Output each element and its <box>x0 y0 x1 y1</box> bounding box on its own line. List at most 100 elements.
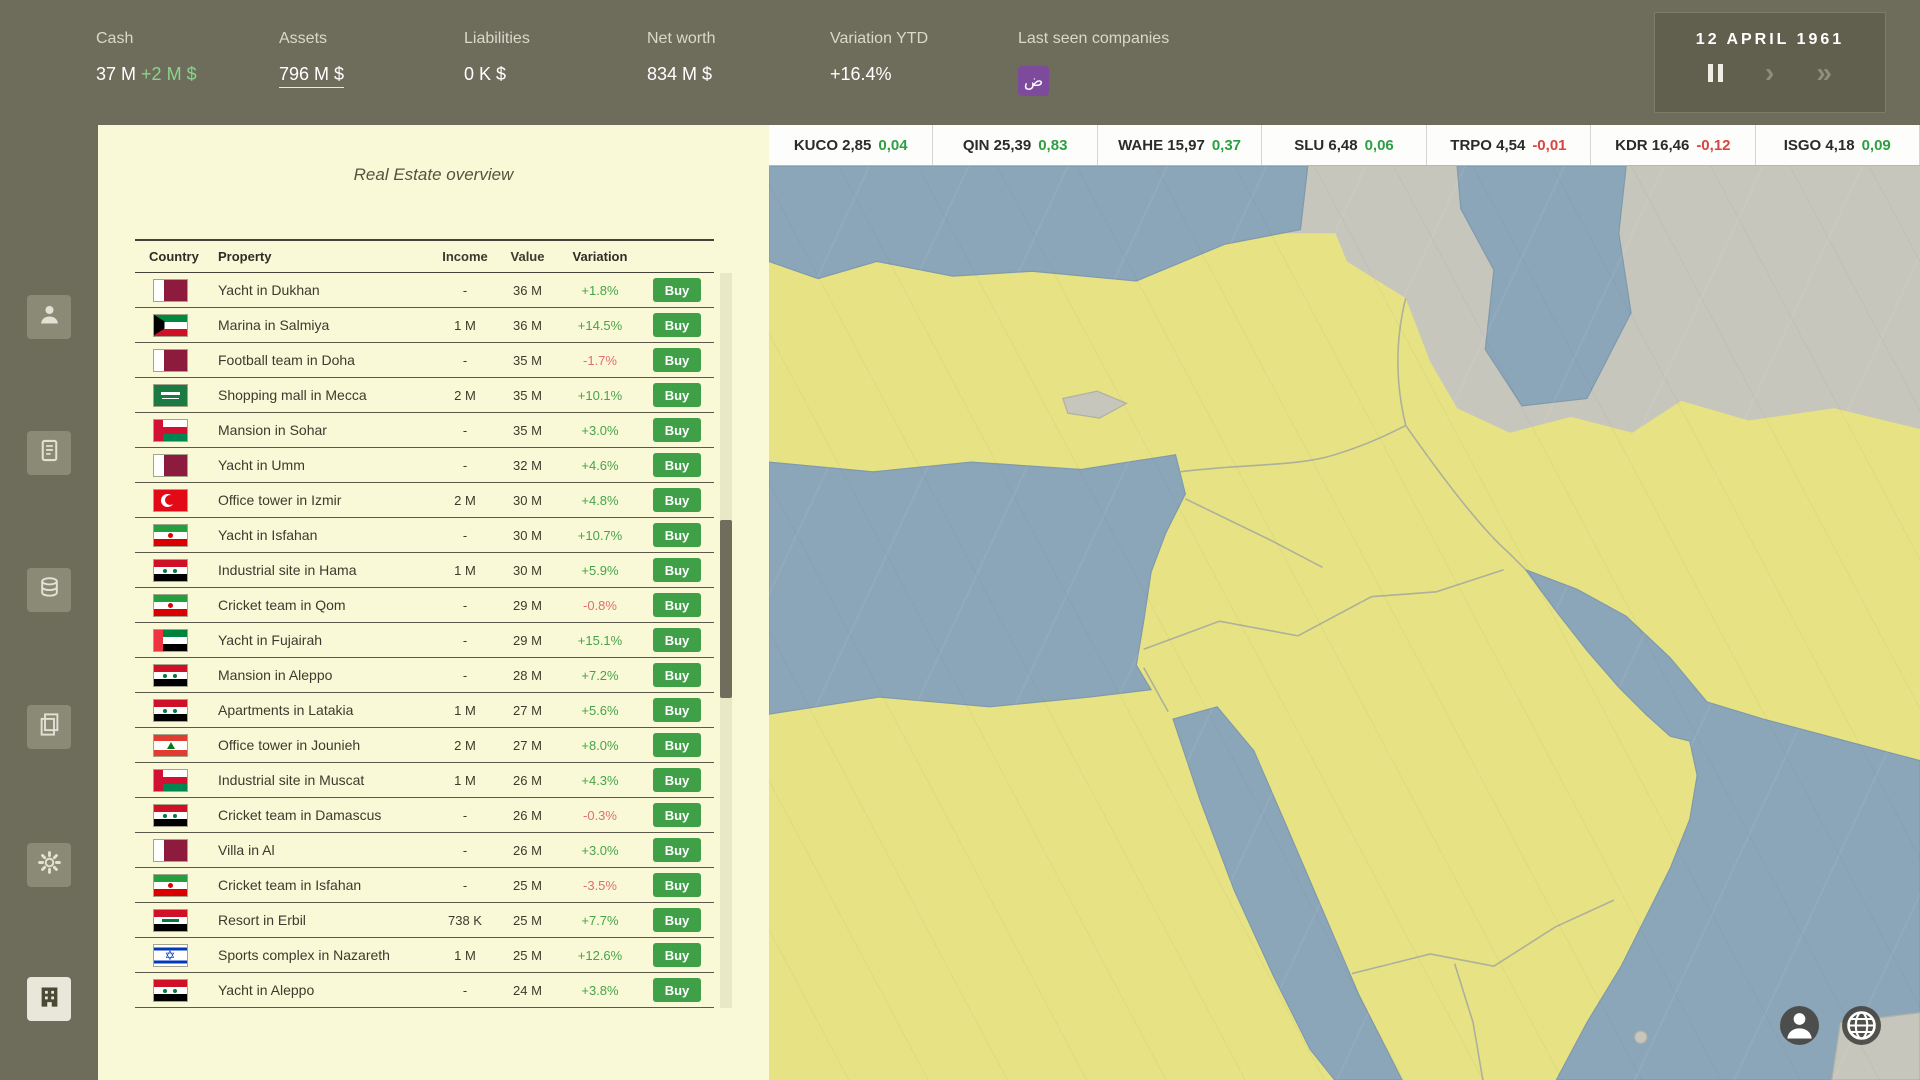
buy-button[interactable]: Buy <box>653 418 701 442</box>
buy-button[interactable]: Buy <box>653 698 701 722</box>
country-flag <box>153 734 187 756</box>
ticker-item[interactable]: QIN 25,39 0,83 <box>933 125 1098 165</box>
country-flag <box>153 909 187 931</box>
income-cell: - <box>462 807 468 823</box>
value-cell: 29 M <box>513 597 542 613</box>
last-seen-company-button[interactable]: ض <box>1018 66 1049 96</box>
ticker-item[interactable]: ISGO 4,18 0,09 <box>1756 125 1920 165</box>
income-cell: - <box>462 877 468 893</box>
newspaper-icon <box>36 711 63 743</box>
fast-forward-button[interactable]: » <box>1816 59 1832 87</box>
country-flag <box>153 279 187 301</box>
buy-button[interactable]: Buy <box>653 978 701 1002</box>
value-cell: 35 M <box>513 352 542 368</box>
world-map[interactable] <box>769 166 1920 1080</box>
top-bar: Cash 37 M +2 M $ Assets 796 M $ Liabilit… <box>0 0 1920 125</box>
variation-cell: +10.1% <box>577 387 623 403</box>
ticker-change: 0,04 <box>878 136 908 154</box>
assets-value[interactable]: 796 M $ <box>279 64 345 88</box>
country-flag <box>153 349 187 371</box>
table-row: Sports complex in Nazareth 1 M 25 M +12.… <box>135 938 714 973</box>
sidebar-item-news[interactable] <box>27 705 71 749</box>
globe-view-button[interactable] <box>1842 1006 1881 1045</box>
ticker-change: -0,01 <box>1532 136 1567 154</box>
ticker-item[interactable]: SLU 6,48 0,06 <box>1262 125 1427 165</box>
table-scrollbar[interactable] <box>720 273 732 1008</box>
country-flag <box>153 559 187 581</box>
buy-button[interactable]: Buy <box>653 558 701 582</box>
table-row: Football team in Doha - 35 M -1.7% Buy <box>135 343 714 378</box>
table-row: Cricket team in Damascus - 26 M -0.3% Bu… <box>135 798 714 833</box>
sidebar-item-settings[interactable] <box>27 843 71 887</box>
sidebar-item-profile[interactable] <box>27 295 71 339</box>
scrollbar-thumb[interactable] <box>720 520 732 698</box>
buy-button[interactable]: Buy <box>653 768 701 792</box>
ticker-item[interactable]: KUCO 2,85 0,04 <box>769 125 934 165</box>
table-row: Mansion in Aleppo - 28 M +7.2% Buy <box>135 658 714 693</box>
value-cell: 24 M <box>513 982 542 998</box>
variation-cell: -0.8% <box>583 597 617 613</box>
value-cell: 30 M <box>513 492 542 508</box>
liabilities-label: Liabilities <box>464 30 530 47</box>
variation-cell: +10.7% <box>577 527 623 543</box>
buy-button[interactable]: Buy <box>653 663 701 687</box>
property-name: Football team in Doha <box>218 352 355 368</box>
buy-button[interactable]: Buy <box>653 523 701 547</box>
value-cell: 35 M <box>513 387 542 403</box>
game-root: Cash 37 M +2 M $ Assets 796 M $ Liabilit… <box>0 0 1920 1080</box>
income-cell: - <box>462 527 468 543</box>
value-cell: 30 M <box>513 527 542 543</box>
buy-button[interactable]: Buy <box>653 838 701 862</box>
sidebar-item-finance[interactable] <box>27 568 71 612</box>
buy-button[interactable]: Buy <box>653 348 701 372</box>
income-cell: - <box>462 667 468 683</box>
buy-button[interactable]: Buy <box>653 383 701 407</box>
country-flag <box>153 944 187 966</box>
sidebar-item-real-estate[interactable] <box>27 977 71 1021</box>
ticker-bar: KUCO 2,85 0,04 QIN 25,39 0,83 WAHE 15,97… <box>769 125 1920 166</box>
variation-cell: +4.8% <box>581 492 619 508</box>
ticker-item[interactable]: TRPO 4,54 -0,01 <box>1427 125 1592 165</box>
property-name: Resort in Erbil <box>218 912 306 928</box>
ticker-item[interactable]: WAHE 15,97 0,37 <box>1098 125 1263 165</box>
population-view-button[interactable] <box>1780 1006 1819 1045</box>
buy-button[interactable]: Buy <box>653 628 701 652</box>
property-name: Apartments in Latakia <box>218 702 354 718</box>
buy-button[interactable]: Buy <box>653 313 701 337</box>
income-cell: 1 M <box>454 702 476 718</box>
ticker-change: 0,37 <box>1211 136 1242 154</box>
buy-button[interactable]: Buy <box>653 453 701 477</box>
income-cell: - <box>462 982 468 998</box>
ticker-item[interactable]: KDR 16,46 -0,12 <box>1591 125 1756 165</box>
country-flag <box>153 979 187 1001</box>
property-name: Mansion in Sohar <box>218 422 327 438</box>
country-flag <box>153 874 187 896</box>
buy-button[interactable]: Buy <box>653 873 701 897</box>
buy-button[interactable]: Buy <box>653 278 701 302</box>
play-button[interactable]: › <box>1765 59 1774 87</box>
company-glyph: ض <box>1023 73 1044 90</box>
value-cell: 32 M <box>513 457 542 473</box>
pause-button[interactable] <box>1708 64 1724 82</box>
globe-icon <box>1842 1006 1881 1045</box>
variation-cell: +8.0% <box>581 737 619 753</box>
income-cell: 2 M <box>454 492 476 508</box>
buy-button[interactable]: Buy <box>653 593 701 617</box>
person-icon <box>36 301 63 333</box>
ticker-symbol-price: QIN 25,39 <box>962 136 1032 154</box>
value-cell: 27 M <box>513 737 542 753</box>
country-flag <box>153 524 187 546</box>
buy-button[interactable]: Buy <box>653 908 701 932</box>
buy-button[interactable]: Buy <box>653 803 701 827</box>
income-cell: 2 M <box>454 387 476 403</box>
table-row: Cricket team in Isfahan - 25 M -3.5% Buy <box>135 868 714 903</box>
buy-button[interactable]: Buy <box>653 733 701 757</box>
buy-button[interactable]: Buy <box>653 943 701 967</box>
country-flag <box>153 804 187 826</box>
income-cell: - <box>462 597 468 613</box>
value-cell: 27 M <box>513 702 542 718</box>
sidebar-item-contracts[interactable] <box>27 431 71 475</box>
variation-cell: -0.3% <box>583 807 617 823</box>
buy-button[interactable]: Buy <box>653 488 701 512</box>
last-seen-label: Last seen companies <box>1018 30 1170 47</box>
